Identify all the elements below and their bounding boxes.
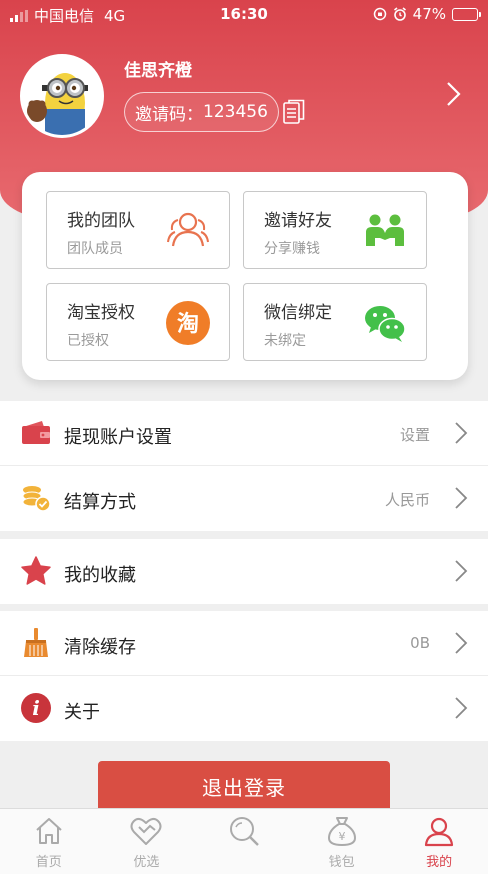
- tile-subtitle: 分享赚钱: [264, 241, 320, 257]
- tile-subtitle: 未绑定: [264, 333, 306, 349]
- tab-label: 优选: [133, 855, 160, 870]
- chevron-right-icon: [455, 487, 468, 509]
- menu-item-clear-cache[interactable]: 清除缓存 0B: [0, 611, 488, 676]
- invite-code-value: 123456: [203, 102, 268, 122]
- menu-value: 人民币: [384, 491, 430, 509]
- menu-label: 结算方式: [64, 492, 136, 513]
- chevron-right-icon: [455, 697, 468, 719]
- menu-group-system: 清除缓存 0B i 关于: [0, 611, 488, 741]
- tab-wallet[interactable]: ¥ 钱包: [293, 809, 391, 874]
- menu-item-withdraw-account[interactable]: 提现账户设置 设置: [0, 401, 488, 466]
- tab-search[interactable]: [195, 809, 293, 874]
- coins-icon: [22, 486, 51, 512]
- tab-label: 钱包: [328, 855, 355, 870]
- home-icon: [36, 818, 62, 844]
- menu-value: 0B: [410, 634, 430, 652]
- username: 佳思齐橙: [124, 61, 192, 81]
- tile-title: 邀请好友: [264, 211, 332, 231]
- menu-label: 提现账户设置: [64, 427, 172, 448]
- friends-icon: [366, 214, 404, 246]
- user-icon: [425, 817, 454, 847]
- tile-invite-friends[interactable]: 邀请好友 分享赚钱: [243, 191, 427, 269]
- menu-item-favorites[interactable]: 我的收藏: [0, 539, 488, 604]
- team-icon: [167, 212, 209, 247]
- wallet-icon: [22, 421, 50, 444]
- tile-title: 微信绑定: [264, 303, 332, 323]
- chevron-right-icon: [455, 422, 468, 444]
- invite-code-pill: 邀请码： 123456: [124, 92, 279, 132]
- menu-group-account: 提现账户设置 设置 结算方式 人民币: [0, 401, 488, 531]
- profile-chevron-right-icon[interactable]: [444, 80, 464, 108]
- tile-taobao-auth[interactable]: 淘宝授权 已授权 淘: [46, 283, 230, 361]
- logout-button[interactable]: 退出登录: [98, 761, 390, 815]
- copy-icon[interactable]: [283, 99, 305, 125]
- tab-label: 首页: [35, 855, 62, 870]
- menu-value: 设置: [399, 426, 430, 444]
- tile-wechat-bind[interactable]: 微信绑定 未绑定: [243, 283, 427, 361]
- menu-label: 我的收藏: [64, 565, 136, 586]
- tab-home[interactable]: 首页: [0, 809, 98, 874]
- tab-mine[interactable]: 我的: [390, 809, 488, 874]
- menu-item-about[interactable]: i 关于: [0, 676, 488, 741]
- money-bag-icon: ¥: [327, 817, 356, 846]
- search-icon: [229, 817, 259, 846]
- tab-label: 我的: [426, 855, 453, 870]
- tile-title: 我的团队: [67, 211, 135, 231]
- rotation-lock-icon: [373, 7, 386, 21]
- tile-title: 淘宝授权: [67, 303, 135, 323]
- money-bag-icon-text: ¥: [338, 830, 345, 843]
- chevron-right-icon: [455, 560, 468, 582]
- menu-label: 关于: [64, 702, 100, 723]
- tab-featured[interactable]: 优选: [98, 809, 196, 874]
- tab-bar: 首页 优选 ¥ 钱包 我的: [0, 808, 488, 874]
- chevron-right-icon: [455, 632, 468, 654]
- tile-my-team[interactable]: 我的团队 团队成员: [46, 191, 230, 269]
- shortcut-card: 我的团队 团队成员 邀请好友 分享赚钱 淘宝授权 已授权 淘 微信绑定 未绑定: [22, 172, 468, 380]
- menu-item-settlement[interactable]: 结算方式 人民币: [0, 466, 488, 531]
- taobao-icon-text: 淘: [177, 311, 199, 337]
- menu-group-favorites: 我的收藏: [0, 539, 488, 604]
- battery-percent: 47%: [412, 5, 446, 23]
- wechat-icon: [365, 306, 406, 342]
- status-right: 47%: [373, 5, 481, 23]
- star-icon: [21, 556, 51, 585]
- broom-icon: [24, 628, 48, 657]
- info-icon: i: [21, 693, 51, 723]
- heart-icon: [130, 817, 162, 845]
- status-bar: 中国电信 4G 16:30 47%: [0, 0, 488, 30]
- taobao-icon: 淘: [166, 301, 210, 345]
- info-icon-text: i: [32, 696, 40, 720]
- menu-label: 清除缓存: [64, 637, 136, 658]
- tile-subtitle: 已授权: [67, 333, 109, 349]
- alarm-icon: [393, 7, 406, 21]
- tile-subtitle: 团队成员: [67, 241, 123, 257]
- battery-icon: [452, 7, 481, 21]
- invite-code-label: 邀请码：: [135, 104, 203, 125]
- avatar[interactable]: [20, 54, 104, 138]
- minion-avatar-image: [23, 57, 101, 135]
